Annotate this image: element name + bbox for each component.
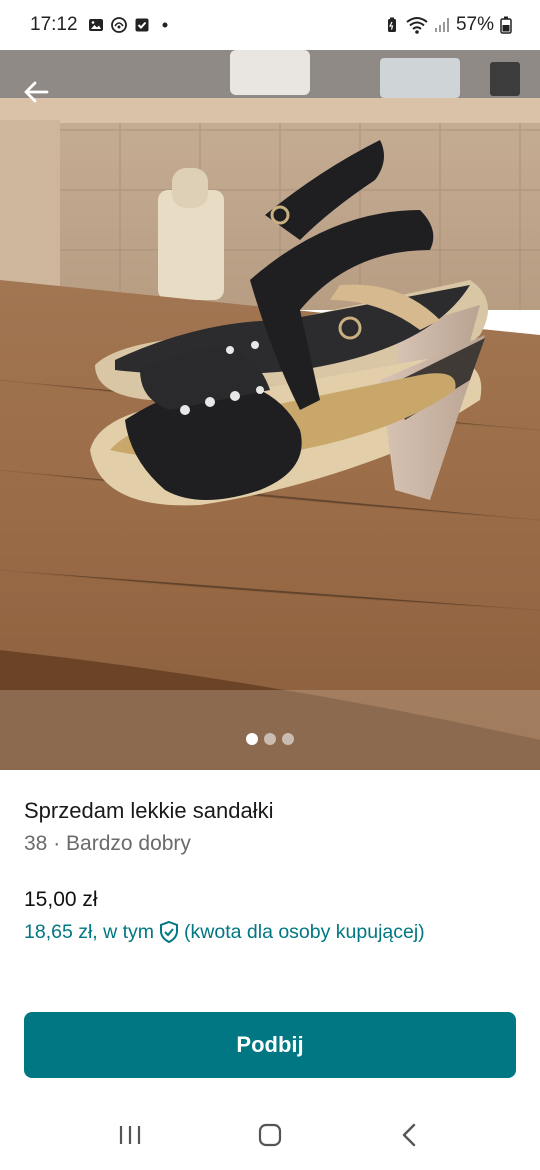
battery-icon xyxy=(500,16,512,34)
status-time: 17:12 xyxy=(30,14,78,35)
pager-dot-3[interactable] xyxy=(282,733,294,745)
buyer-price-info[interactable]: 18,65 zł, w tym (kwota dla osoby kupując… xyxy=(24,920,425,944)
buyer-price-value: 18,65 zł, w tym xyxy=(24,920,155,943)
system-back-button[interactable] xyxy=(390,1115,430,1155)
status-left: 17:12 xyxy=(30,14,173,36)
app-notification-icon xyxy=(110,17,127,33)
checkbox-icon xyxy=(135,18,149,32)
system-nav-bar xyxy=(0,1100,540,1170)
wifi-icon xyxy=(406,17,428,34)
back-button[interactable] xyxy=(14,70,58,114)
battery-saver-icon xyxy=(387,17,396,32)
home-icon xyxy=(258,1123,282,1147)
pager-dot-2[interactable] xyxy=(264,733,276,745)
shield-check-icon xyxy=(160,920,179,944)
gallery-icon xyxy=(88,19,103,31)
battery-percentage: 57% xyxy=(455,14,494,35)
bump-button[interactable]: Podbij xyxy=(24,1012,516,1078)
home-button[interactable] xyxy=(250,1115,290,1155)
arrow-left-icon xyxy=(24,81,49,103)
more-notifications-dot-icon xyxy=(162,22,168,28)
listing-title: Sprzedam lekkie sandałki xyxy=(24,798,274,823)
pager-dot-1[interactable] xyxy=(246,733,258,745)
sandals-image xyxy=(0,50,540,770)
signal-icon xyxy=(434,18,449,32)
recents-icon xyxy=(119,1126,141,1144)
listing-price: 15,00 zł xyxy=(24,888,98,911)
listing-photo[interactable] xyxy=(0,50,540,770)
buyer-price-note: (kwota dla osoby kupującej) xyxy=(184,920,425,943)
notification-icons xyxy=(88,17,173,33)
status-right: 57% xyxy=(384,14,512,36)
listing-size-condition: 38 · Bardzo dobry xyxy=(24,832,191,855)
recents-button[interactable] xyxy=(110,1115,150,1155)
chevron-left-icon xyxy=(402,1123,416,1147)
status-bar: 17:12 57% xyxy=(0,0,540,50)
photo-pager xyxy=(0,733,540,745)
